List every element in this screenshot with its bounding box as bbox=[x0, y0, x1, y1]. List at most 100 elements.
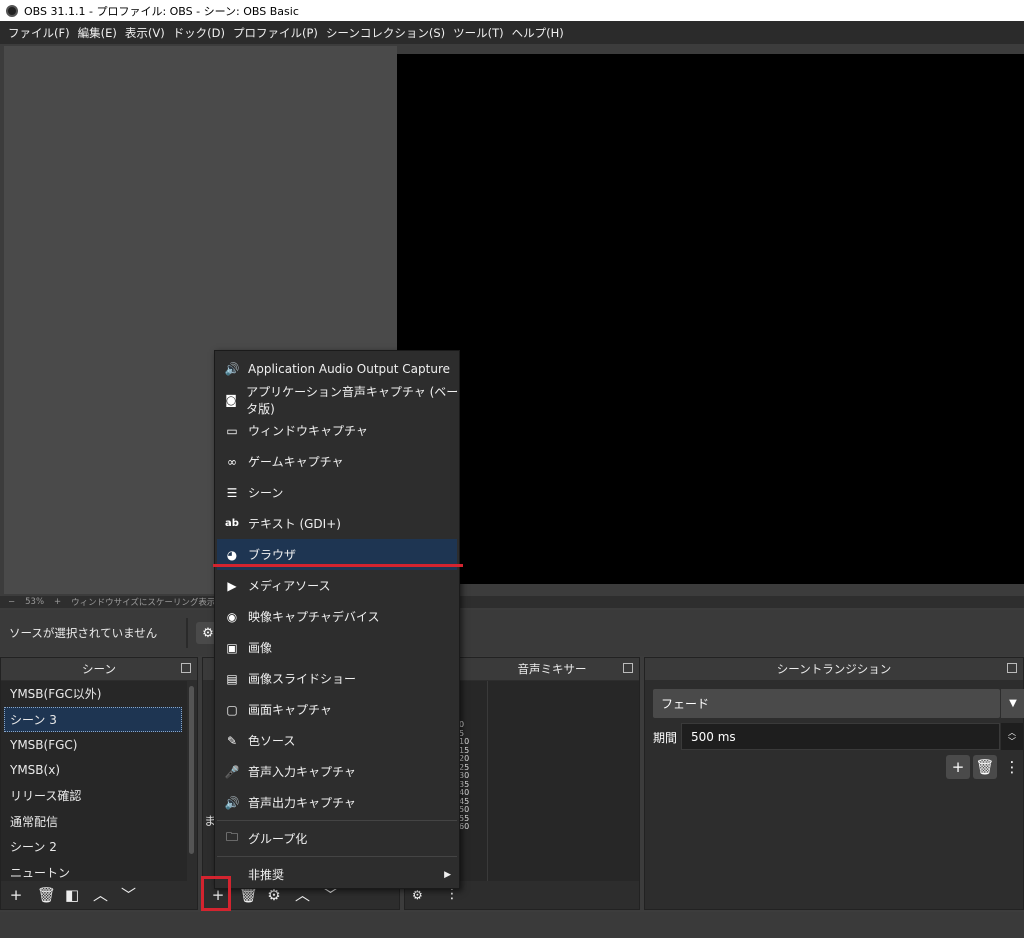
menu-item-display-capture[interactable]: ▢ 画面キャプチャ bbox=[215, 694, 459, 725]
tick-label: 60 bbox=[459, 822, 470, 831]
scene-list: YMSB(FGC以外) シーン 3 YMSB(FGC) YMSB(x) リリース… bbox=[1, 681, 187, 881]
scene-item-selected[interactable]: シーン 3 bbox=[4, 706, 182, 732]
menu-item-label: Application Audio Output Capture bbox=[248, 361, 450, 376]
menu-item-label: 色ソース bbox=[248, 734, 296, 748]
scale-mode-label[interactable]: ウィンドウサイズにスケーリング表示 bbox=[71, 596, 215, 608]
undock-icon[interactable] bbox=[1007, 663, 1017, 673]
transition-select[interactable]: フェード bbox=[653, 689, 1000, 718]
menu-item-audio-input-capture[interactable]: 🎤 音声入力キャプチャ bbox=[215, 756, 459, 787]
chevron-down-icon[interactable]: ▼ bbox=[1001, 689, 1024, 718]
mixer-settings-gear-icon[interactable]: ⚙ bbox=[412, 888, 423, 902]
add-scene-plus-icon[interactable]: + bbox=[9, 888, 23, 903]
spin-up-icon[interactable]: ︿ bbox=[1008, 728, 1016, 737]
scene-filters-icon[interactable]: ◧ bbox=[65, 888, 79, 903]
move-scene-down-icon[interactable]: ﹀ bbox=[121, 888, 136, 903]
menu-item-label: 非推奨 bbox=[248, 868, 285, 882]
menu-item-text-gdi[interactable]: ab テキスト (GDI+) bbox=[215, 508, 459, 539]
play-icon: ▶ bbox=[227, 578, 237, 593]
menu-item-label: アプリケーション音声キャプチャ (ベータ版) bbox=[246, 384, 459, 416]
menu-item-scene[interactable]: ☰ シーン bbox=[215, 477, 459, 508]
duration-label: 期間 bbox=[653, 731, 678, 745]
scene-item[interactable]: YMSB(x) bbox=[1, 758, 187, 784]
submenu-arrow-icon: ▶ bbox=[444, 869, 451, 880]
list-icon: ☰ bbox=[226, 485, 238, 500]
menu-scene-collection[interactable]: シーンコレクション(S) bbox=[322, 25, 449, 41]
zoom-out-button[interactable]: − bbox=[8, 597, 15, 607]
title-bar: OBS 31.1.1 - プロファイル: OBS - シーン: OBS Basi… bbox=[0, 0, 1024, 21]
menu-item-label: ウィンドウキャプチャ bbox=[248, 424, 368, 438]
menu-item-label: 映像キャプチャデバイス bbox=[248, 610, 380, 624]
add-source-menu: 🔊 Application Audio Output Capture ◙ アプリケー… bbox=[214, 350, 460, 889]
zoom-level: 53% bbox=[25, 597, 45, 607]
annotation-underline bbox=[213, 564, 463, 567]
spin-down-icon[interactable]: ﹀ bbox=[1008, 737, 1016, 746]
undock-icon[interactable] bbox=[623, 663, 633, 673]
menu-item-image[interactable]: ▣ 画像 bbox=[215, 632, 459, 663]
source-properties-gear-icon[interactable]: ⚙ bbox=[267, 888, 281, 903]
menu-item-color-source[interactable]: ✎ 色ソース bbox=[215, 725, 459, 756]
scene-item[interactable]: YMSB(FGC) bbox=[1, 732, 187, 758]
scenes-dock: シーン YMSB(FGC以外) シーン 3 YMSB(FGC) YMSB(x) … bbox=[0, 657, 198, 910]
menu-item-label: 音声入力キャプチャ bbox=[248, 765, 356, 779]
image-icon: ▣ bbox=[226, 640, 238, 655]
add-transition-plus-icon[interactable]: + bbox=[946, 755, 970, 779]
window-icon: ▭ bbox=[226, 423, 238, 438]
menu-tools[interactable]: ツール(T) bbox=[449, 25, 508, 41]
zoom-in-button[interactable]: + bbox=[54, 597, 61, 607]
menu-item-media-source[interactable]: ▶ メディアソース bbox=[215, 570, 459, 601]
menu-view[interactable]: 表示(V) bbox=[121, 25, 169, 41]
menu-item-label: グループ化 bbox=[248, 832, 308, 846]
scene-item[interactable]: YMSB(FGC以外) bbox=[1, 681, 187, 707]
remove-transition-trash-icon[interactable]: 🗑 bbox=[973, 755, 997, 779]
preview-canvas[interactable] bbox=[397, 54, 1024, 584]
move-scene-up-icon[interactable]: ︿ bbox=[93, 888, 108, 903]
duration-input[interactable]: 500 ms bbox=[681, 723, 1000, 750]
menu-separator bbox=[217, 856, 457, 857]
menu-item-deprecated[interactable]: 非推奨 ▶ bbox=[215, 859, 459, 890]
menu-item-label: ブラウザ bbox=[248, 548, 297, 562]
microphone-icon: 🎤 bbox=[224, 764, 240, 779]
menu-item-label: メディアソース bbox=[248, 579, 331, 593]
scene-item[interactable]: シーン 2 bbox=[1, 834, 187, 860]
scene-list-scrollbar[interactable] bbox=[189, 686, 194, 854]
transition-buttons: + 🗑 ⋮ bbox=[946, 755, 1024, 779]
gamepad-icon: ∞ bbox=[227, 454, 237, 469]
move-source-down-icon[interactable]: ﹀ bbox=[323, 888, 338, 903]
obs-logo-icon bbox=[6, 4, 18, 17]
monitor-icon: ▢ bbox=[226, 702, 238, 717]
undock-icon[interactable] bbox=[181, 663, 191, 673]
menu-item-label: 画面キャプチャ bbox=[248, 703, 332, 717]
menu-item-label: テキスト (GDI+) bbox=[248, 517, 341, 531]
globe-icon: ◕ bbox=[226, 547, 238, 562]
menu-edit[interactable]: 編集(E) bbox=[74, 25, 121, 41]
gear-icon: ⚙ bbox=[202, 625, 214, 641]
separator bbox=[186, 618, 188, 648]
text-icon: ab bbox=[225, 518, 239, 529]
menu-item-group[interactable]: 🗀 グループ化 bbox=[215, 823, 459, 854]
menu-help[interactable]: ヘルプ(H) bbox=[508, 25, 568, 41]
scene-item[interactable]: リリース確認 bbox=[1, 783, 187, 809]
menu-item-game-capture[interactable]: ∞ ゲームキャプチャ bbox=[215, 446, 459, 477]
status-bar bbox=[0, 912, 1024, 938]
menu-bar: ファイル(F) 編集(E) 表示(V) ドック(D) プロファイル(P) シーン… bbox=[0, 21, 1024, 44]
menu-item-application-audio-output-capture[interactable]: 🔊 Application Audio Output Capture bbox=[215, 353, 459, 384]
menu-item-image-slideshow[interactable]: ▤ 画像スライドショー bbox=[215, 663, 459, 694]
transition-menu-dots-icon[interactable]: ⋮ bbox=[1000, 755, 1024, 779]
menu-item-window-capture[interactable]: ▭ ウィンドウキャプチャ bbox=[215, 415, 459, 446]
menu-dock[interactable]: ドック(D) bbox=[169, 25, 229, 41]
menu-separator bbox=[217, 820, 457, 821]
scene-item[interactable]: 通常配信 bbox=[1, 809, 187, 835]
menu-item-video-capture-device[interactable]: ◉ 映像キャプチャデバイス bbox=[215, 601, 459, 632]
remove-scene-trash-icon[interactable]: 🗑 bbox=[37, 888, 56, 903]
volume-meter-ticks: 0 5 10 15 20 25 30 35 40 45 50 55 60 bbox=[459, 720, 470, 832]
mixer-divider bbox=[487, 681, 488, 881]
menu-profile[interactable]: プロファイル(P) bbox=[229, 25, 322, 41]
move-source-up-icon[interactable]: ︿ bbox=[295, 888, 310, 903]
remove-source-trash-icon[interactable]: 🗑 bbox=[239, 888, 258, 903]
folder-icon: 🗀 bbox=[225, 830, 238, 844]
duration-spinner[interactable]: ︿ ﹀ bbox=[1001, 723, 1023, 750]
menu-file[interactable]: ファイル(F) bbox=[4, 25, 74, 41]
menu-item-audio-output-capture[interactable]: 🔊 音声出力キャプチャ bbox=[215, 787, 459, 818]
menu-item-application-audio-capture-beta[interactable]: ◙ アプリケーション音声キャプチャ (ベータ版) bbox=[215, 384, 459, 416]
menu-item-label: シーン bbox=[248, 486, 284, 500]
